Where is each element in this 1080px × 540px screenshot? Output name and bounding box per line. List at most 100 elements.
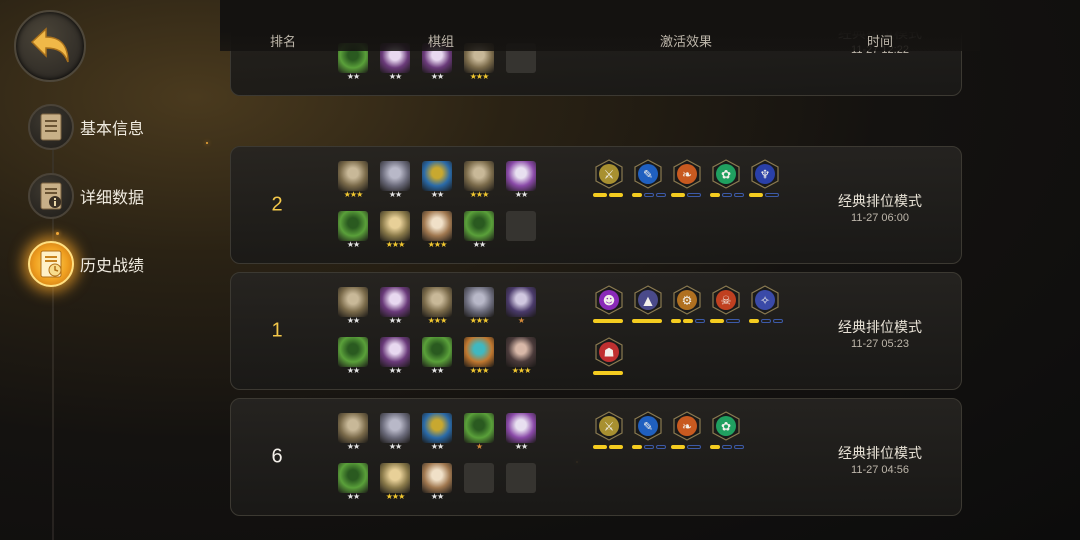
unit-slot[interactable]: ★★ [338, 211, 368, 249]
match-time: 11-27 04:56 [851, 464, 909, 476]
synergy-level-bar [671, 319, 705, 323]
match-row[interactable]: 2 ★★★ ★★ ★★ ★★★ ★★ ★★ ★★★ ★★★ ★★ ⚔ ✎ ❧ ✿ ♆ 经典排位模式 11-27 … [230, 146, 962, 264]
synergy-level-bar [710, 319, 740, 323]
helmet-knight-portrait [380, 413, 410, 443]
unit-slot[interactable]: ★★ [380, 161, 410, 199]
green-bandit-portrait [338, 413, 368, 443]
white-mage-portrait [380, 211, 410, 241]
svg-text:❧: ❧ [682, 420, 692, 434]
document-icon [40, 113, 62, 141]
paw-icon: ✿ [712, 411, 740, 441]
synergy-badge[interactable]: ✎ [632, 411, 666, 451]
unit-slot[interactable]: ★★★ [464, 287, 494, 325]
star-rating: ★★ [346, 366, 360, 375]
svg-text:☗: ☗ [604, 346, 615, 360]
unit-slot[interactable]: ★★ [380, 287, 410, 325]
unit-slot[interactable]: ★★★ [464, 161, 494, 199]
synergy-badge[interactable]: ☻ [593, 285, 625, 325]
nav-item-detailed-data[interactable]: 详细数据 [28, 173, 144, 219]
rank-value: 6 [271, 445, 283, 468]
star-rating: ★ [475, 442, 483, 451]
match-mode-time: 经典排位模式 11-27 06:00 [805, 191, 955, 224]
empty-unit-slot [506, 463, 536, 501]
unit-slot[interactable]: ★★ [464, 211, 494, 249]
blue-mech-portrait [464, 337, 494, 367]
unit-slot[interactable]: ★★ [422, 337, 452, 375]
unit-slot[interactable]: ★★ [422, 413, 452, 451]
unit-slot[interactable]: ★★★ [506, 337, 536, 375]
synergy-badge[interactable]: ☗ [593, 337, 625, 377]
unit-slot[interactable]: ★★★ [464, 337, 494, 375]
turban-merchant-portrait [380, 287, 410, 317]
unit-slot[interactable]: ★★ [338, 287, 368, 325]
star-rating: ★★★ [385, 240, 406, 249]
synergy-badge[interactable]: ❧ [671, 411, 703, 451]
empty-unit-slot [464, 463, 494, 501]
unit-slot[interactable]: ★★ [422, 463, 452, 501]
svg-text:▲: ▲ [643, 294, 653, 308]
sand-golem-portrait [506, 161, 536, 191]
game-mode: 经典排位模式 [838, 193, 922, 209]
mage-icon: ▲ [634, 285, 662, 315]
synergy-badge[interactable]: ♆ [749, 159, 781, 199]
synergy-badge[interactable]: ✎ [632, 159, 666, 199]
header-time: 时间 [866, 34, 894, 49]
purple-witch-portrait [464, 161, 494, 191]
unit-slot[interactable]: ★★★ [422, 211, 452, 249]
star-rating: ★★★ [343, 190, 364, 199]
synergy-badge[interactable]: ▲ [632, 285, 664, 325]
match-row[interactable]: 6 ★★ ★★ ★★ ★ ★★ ★★ ★★★ ★★ ⚔ ✎ ❧ ✿ 经典排位模式 11-27 04:56 [230, 398, 962, 516]
synergy-badge[interactable]: ✧ [749, 285, 783, 325]
star-rating: ★★ [388, 72, 402, 81]
star-rating: ★★ [430, 72, 444, 81]
unit-slot[interactable]: ★★★ [380, 211, 410, 249]
unit-slot[interactable]: ★★ [506, 161, 536, 199]
star-rating: ★★ [514, 190, 528, 199]
star-rating: ★★ [430, 492, 444, 501]
star-rating: ★★ [346, 316, 360, 325]
unit-slot[interactable]: ★★ [338, 337, 368, 375]
nav-label: 基本信息 [80, 121, 145, 138]
swordsman-icon: ⚔ [595, 159, 623, 189]
synergy-badge[interactable]: ⚔ [593, 159, 625, 199]
synergy-badge[interactable]: ⚔ [593, 411, 625, 451]
unit-slot[interactable]: ★ [506, 287, 536, 325]
synergy-badge[interactable]: ✿ [710, 159, 744, 199]
green-bandit-portrait [422, 287, 452, 317]
pale-elf-portrait [338, 337, 368, 367]
star-rating: ★★ [388, 190, 402, 199]
mech-icon: ⚙ [673, 285, 701, 315]
unit-slot[interactable]: ★★ [380, 337, 410, 375]
unit-slot[interactable]: ★★★ [338, 161, 368, 199]
unit-slot[interactable]: ★★★ [380, 463, 410, 501]
unit-slot[interactable]: ★★ [380, 413, 410, 451]
synergy-level-bar [593, 445, 623, 449]
spirit-icon: ♆ [751, 159, 779, 189]
star-rating: ★★ [346, 492, 360, 501]
nav-item-basic-info[interactable]: 基本信息 [28, 104, 144, 150]
svg-text:⚙: ⚙ [682, 294, 693, 308]
unit-slot[interactable]: ★★ [338, 463, 368, 501]
synergy-level-bar [671, 193, 701, 197]
unit-slot[interactable]: ★★ [422, 161, 452, 199]
synergy-badge[interactable]: ⚙ [671, 285, 705, 325]
synergy-badge[interactable]: ☠ [710, 285, 742, 325]
star-rating: ★★ [346, 72, 360, 81]
nav-label: 历史战绩 [80, 258, 145, 275]
synergy-badge[interactable]: ✿ [710, 411, 744, 451]
match-row[interactable]: 1 ★★ ★★ ★★★ ★★★ ★ ★★ ★★ ★★ ★★★ ★★★ ☻ ▲ ⚙ ☠ ✧ ☗ 经典排位模式 11-2… [230, 272, 962, 390]
synergy-badge[interactable]: ❧ [671, 159, 703, 199]
purple-skull-portrait [338, 463, 368, 493]
unit-slot[interactable]: ★★★ [422, 287, 452, 325]
goblin-engineer-portrait [464, 287, 494, 317]
nav-item-match-history[interactable]: 历史战绩 [28, 241, 144, 287]
demon-icon: ☻ [595, 285, 623, 315]
helmet-knight-portrait [380, 161, 410, 191]
svg-text:☠: ☠ [721, 294, 732, 308]
synergy-level-bar [593, 193, 623, 197]
sand-golem-portrait [506, 413, 536, 443]
unit-slot[interactable]: ★ [464, 413, 494, 451]
svg-text:✿: ✿ [721, 168, 731, 182]
unit-slot[interactable]: ★★ [506, 413, 536, 451]
unit-slot[interactable]: ★★ [338, 413, 368, 451]
